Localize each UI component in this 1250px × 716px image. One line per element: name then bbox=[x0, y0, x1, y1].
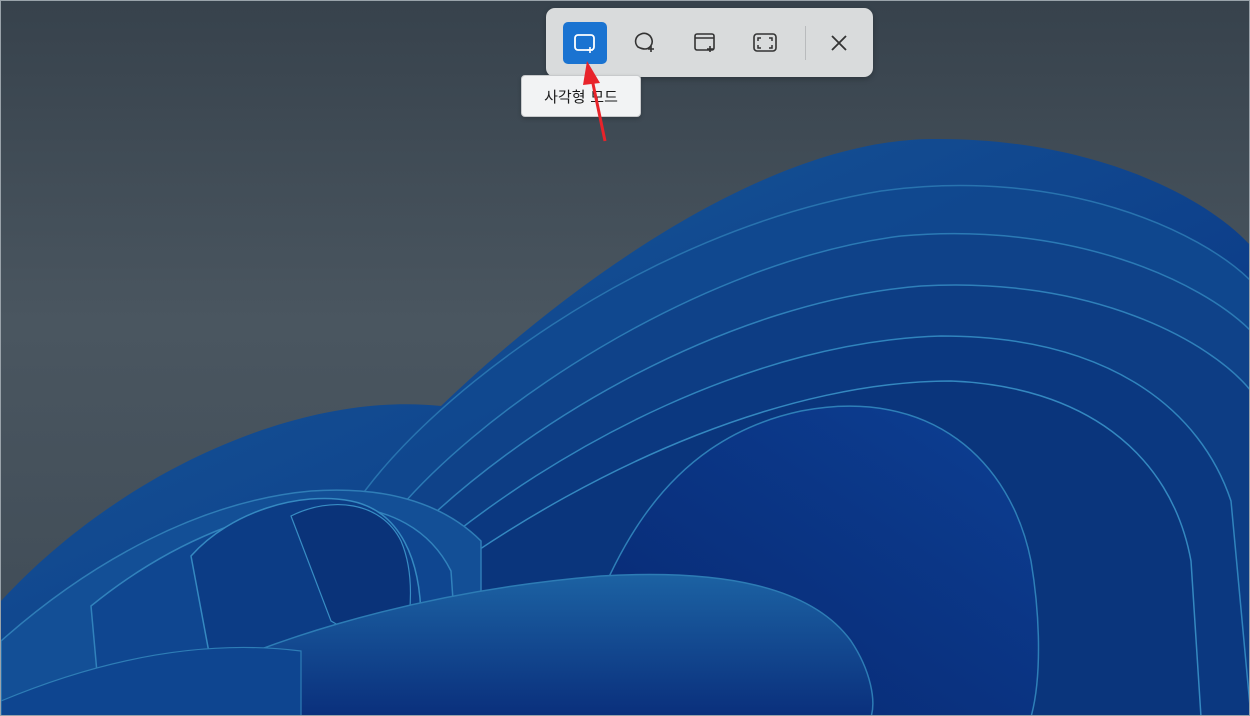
freeform-mode-button[interactable] bbox=[623, 22, 667, 64]
fullscreen-snip-icon bbox=[753, 33, 777, 52]
freeform-snip-icon bbox=[634, 32, 654, 52]
rectangle-mode-tooltip: 사각형 모드 bbox=[521, 75, 641, 117]
rectangle-snip-icon bbox=[574, 34, 595, 53]
window-mode-button[interactable] bbox=[683, 22, 727, 64]
close-button[interactable] bbox=[817, 22, 861, 64]
desktop-screen: 사각형 모드 bbox=[0, 0, 1250, 716]
toolbar-divider bbox=[805, 26, 806, 60]
fullscreen-mode-button[interactable] bbox=[743, 22, 787, 64]
close-icon bbox=[831, 35, 847, 51]
window-snip-icon bbox=[694, 33, 715, 52]
rectangle-mode-button[interactable] bbox=[563, 22, 607, 64]
snipping-toolbar bbox=[546, 8, 873, 77]
